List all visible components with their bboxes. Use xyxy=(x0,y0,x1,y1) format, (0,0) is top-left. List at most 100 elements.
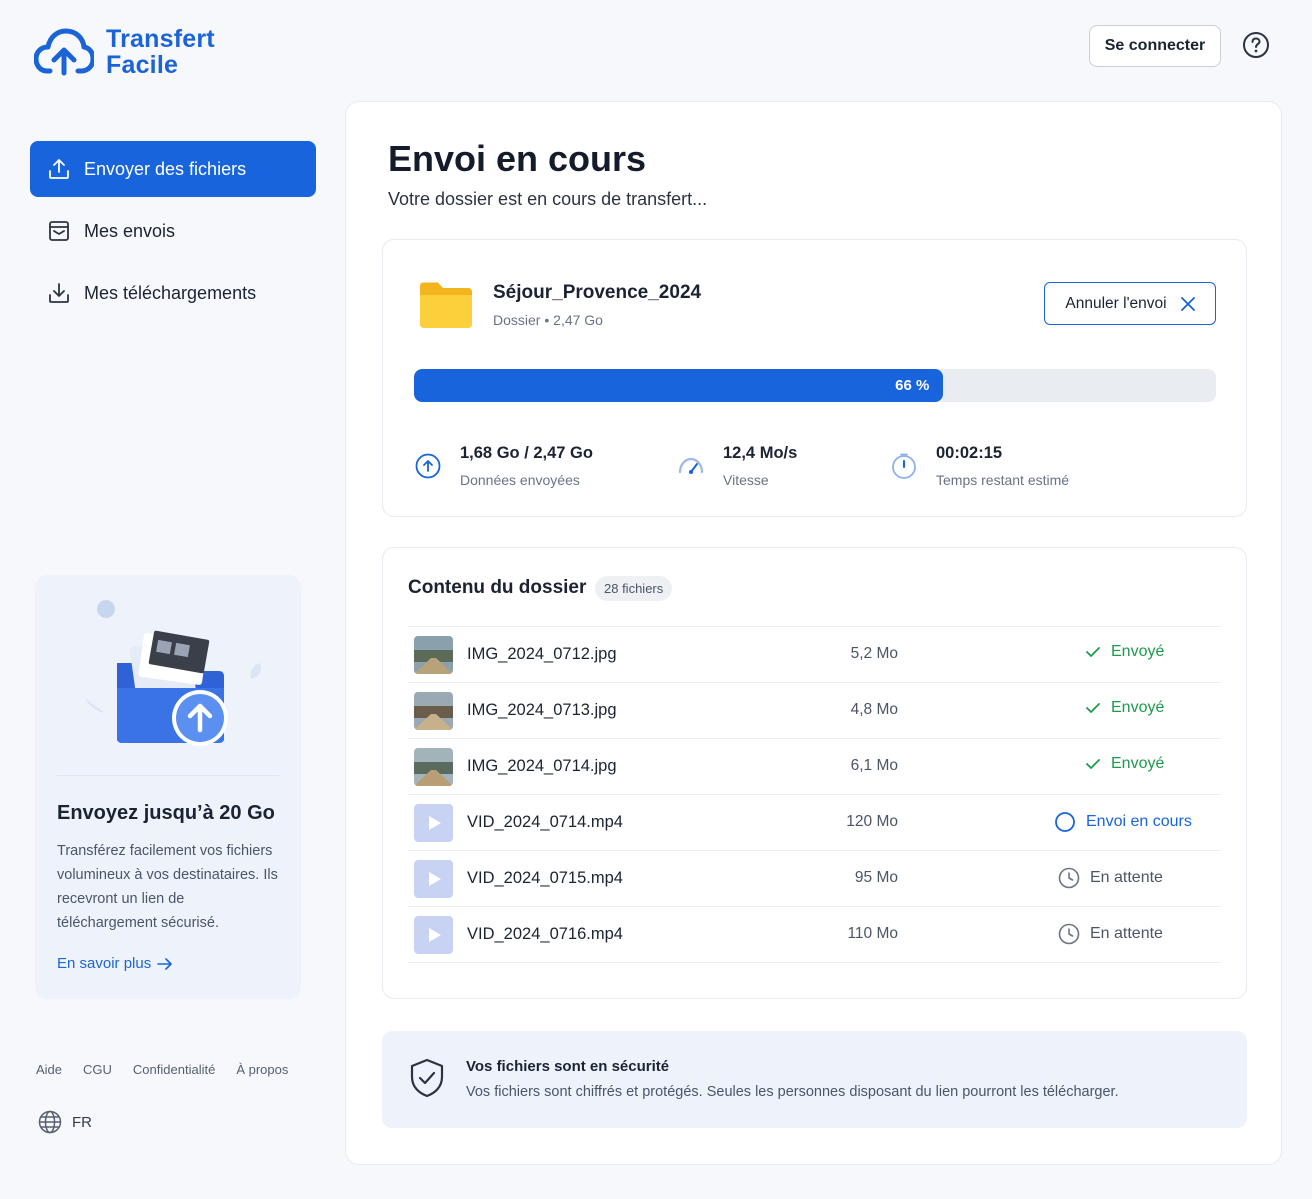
logo-line-2: Facile xyxy=(106,51,179,79)
progress-fill: 66 % xyxy=(414,369,944,402)
file-status-label: En attente xyxy=(1090,925,1163,942)
promo-divider xyxy=(57,775,279,776)
sidebar-nav: Envoyer des fichiers Mes envois Mes télé… xyxy=(30,141,316,327)
file-row[interactable]: IMG_2024_0713.jpg 4,8 Mo Envoyé xyxy=(408,683,1221,739)
upload-progress-card: Séjour_Provence_2024 Dossier • 2,47 Go A… xyxy=(382,239,1247,517)
stopwatch-icon xyxy=(892,453,916,479)
footer-link-help[interactable]: Aide xyxy=(36,1062,62,1077)
file-status: Envoyé xyxy=(1041,643,1221,661)
file-size: 110 Mo xyxy=(847,925,898,942)
contents-title: Contenu du dossier xyxy=(408,577,587,598)
file-name: IMG_2024_0713.jpg xyxy=(467,701,617,719)
spinner-circle-icon xyxy=(1055,812,1075,832)
language-label: FR xyxy=(72,1113,92,1131)
file-status-label: Envoi en cours xyxy=(1086,813,1192,830)
sidebar-item-send-files[interactable]: Envoyer des fichiers xyxy=(30,141,316,197)
security-text: Vos fichiers sont chiffrés et protégés. … xyxy=(466,1084,1119,1100)
file-row[interactable]: IMG_2024_0712.jpg 5,2 Mo Envoyé xyxy=(408,627,1221,683)
page-title: Envoi en cours xyxy=(388,138,647,179)
speedometer-icon xyxy=(678,457,704,474)
progress-bar: 66 % xyxy=(414,369,1216,402)
sidebar-item-label: Envoyer des fichiers xyxy=(84,158,247,179)
shield-check-icon xyxy=(410,1058,444,1098)
file-row[interactable]: IMG_2024_0714.jpg 6,1 Mo Envoyé xyxy=(408,739,1221,795)
file-status-label: En attente xyxy=(1090,869,1163,886)
video-thumbnail-icon xyxy=(414,860,453,898)
image-thumbnail xyxy=(414,748,453,786)
file-status: Envoyé xyxy=(1041,699,1221,717)
promo-card: Envoyez jusqu’à 20 Go Transférez facilem… xyxy=(35,575,301,999)
inbox-icon xyxy=(49,221,69,241)
image-thumbnail xyxy=(414,692,453,730)
login-button[interactable]: Se connecter xyxy=(1089,25,1221,67)
cancel-upload-button[interactable]: Annuler l'envoi xyxy=(1044,282,1216,325)
file-status-label: Envoyé xyxy=(1111,643,1165,660)
upload-circle-icon xyxy=(415,453,441,479)
logo[interactable]: Transfert Facile xyxy=(34,26,215,78)
sidebar-item-label: Mes envois xyxy=(84,220,176,241)
download-icon xyxy=(49,283,69,303)
check-icon xyxy=(1086,647,1100,657)
security-notice: Vos fichiers sont en sécurité Vos fichie… xyxy=(382,1031,1247,1128)
footer-link-terms[interactable]: CGU xyxy=(83,1062,112,1077)
folder-meta: Dossier • 2,47 Go xyxy=(493,312,603,328)
page-subtitle: Votre dossier est en cours de transfert.… xyxy=(388,189,708,209)
file-status: Envoyé xyxy=(1041,755,1221,773)
footer-links: Aide CGU Confidentialité À propos xyxy=(36,1062,288,1077)
file-status: En attente xyxy=(1041,923,1221,945)
progress-percent: 66 % xyxy=(895,377,930,394)
file-status-label: Envoyé xyxy=(1111,699,1165,716)
language-selector[interactable]: FR xyxy=(38,1110,92,1134)
stat-data-sent: 1,68 Go / 2,47 Go Données envoyées xyxy=(414,444,593,488)
clock-icon xyxy=(1058,867,1080,889)
learn-more-label: En savoir plus xyxy=(57,955,152,972)
file-status-label: Envoyé xyxy=(1111,755,1165,772)
file-row[interactable]: VID_2024_0714.mp4 120 Mo Envoi en cours xyxy=(408,795,1221,851)
cloud-upload-icon xyxy=(34,28,94,76)
file-name: VID_2024_0715.mp4 xyxy=(467,869,623,887)
stat-time-remaining: 00:02:15 Temps restant estimé xyxy=(890,444,1069,488)
sidebar-item-my-downloads[interactable]: Mes téléchargements xyxy=(30,265,316,321)
stat-value: 00:02:15 xyxy=(936,444,1003,462)
folder-size: 2,47 Go xyxy=(553,312,603,328)
promo-text: Transférez facilement vos fichiers volum… xyxy=(57,843,278,931)
meta-separator: • xyxy=(544,312,554,328)
file-status: En attente xyxy=(1041,867,1221,889)
file-size: 6,1 Mo xyxy=(850,757,898,774)
footer-link-privacy[interactable]: Confidentialité xyxy=(133,1062,215,1077)
file-name: IMG_2024_0712.jpg xyxy=(467,645,617,663)
file-row[interactable]: VID_2024_0715.mp4 95 Mo En attente xyxy=(408,851,1221,907)
stat-label: Vitesse xyxy=(723,472,769,488)
main-panel: Envoi en cours Votre dossier est en cour… xyxy=(345,101,1282,1165)
learn-more-link[interactable]: En savoir plus xyxy=(57,955,173,972)
check-icon xyxy=(1086,703,1100,713)
help-icon[interactable] xyxy=(1242,31,1270,59)
file-row[interactable]: VID_2024_0716.mp4 110 Mo En attente xyxy=(408,907,1221,963)
file-list: IMG_2024_0712.jpg 5,2 Mo Envoyé IMG_2024… xyxy=(408,626,1221,963)
file-name: IMG_2024_0714.jpg xyxy=(467,757,617,775)
close-icon xyxy=(1180,296,1195,311)
folder-contents-card: Contenu du dossier 28 fichiers IMG_2024_… xyxy=(382,547,1247,999)
stat-value: 12,4 Mo/s xyxy=(723,444,798,462)
video-thumbnail-icon xyxy=(414,916,453,954)
promo-title: Envoyez jusqu’à 20 Go xyxy=(57,802,275,824)
footer-link-about[interactable]: À propos xyxy=(236,1062,288,1077)
stat-label: Données envoyées xyxy=(460,472,580,488)
file-count-badge: 28 fichiers xyxy=(595,576,673,601)
file-size: 120 Mo xyxy=(846,813,898,830)
sidebar-item-label: Mes téléchargements xyxy=(84,282,257,303)
security-title: Vos fichiers sont en sécurité xyxy=(466,1058,670,1075)
logo-text: Transfert Facile xyxy=(106,26,215,78)
globe-icon xyxy=(38,1110,62,1134)
sidebar-item-my-sends[interactable]: Mes envois xyxy=(30,203,316,259)
folder-type: Dossier xyxy=(493,312,541,328)
file-name: VID_2024_0716.mp4 xyxy=(467,925,623,943)
file-size: 5,2 Mo xyxy=(850,645,898,662)
arrow-right-icon xyxy=(157,957,173,970)
logo-line-1: Transfert xyxy=(106,25,215,53)
file-size: 4,8 Mo xyxy=(850,701,898,718)
video-thumbnail-icon xyxy=(414,804,453,842)
stat-speed: 12,4 Mo/s Vitesse xyxy=(677,444,797,488)
check-icon xyxy=(1086,759,1100,769)
folder-upload-illustration xyxy=(85,600,261,746)
